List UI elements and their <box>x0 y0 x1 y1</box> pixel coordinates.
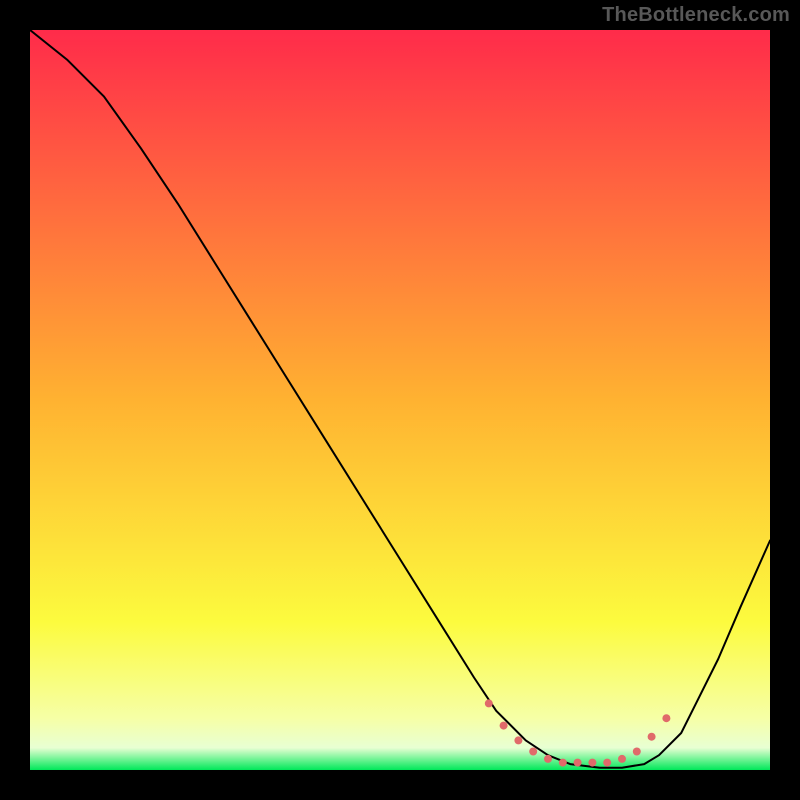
plot-area <box>30 30 770 770</box>
chart-svg <box>30 30 770 770</box>
chart-container: TheBottleneck.com <box>0 0 800 800</box>
gradient-background <box>30 30 770 770</box>
watermark-text: TheBottleneck.com <box>602 4 790 27</box>
